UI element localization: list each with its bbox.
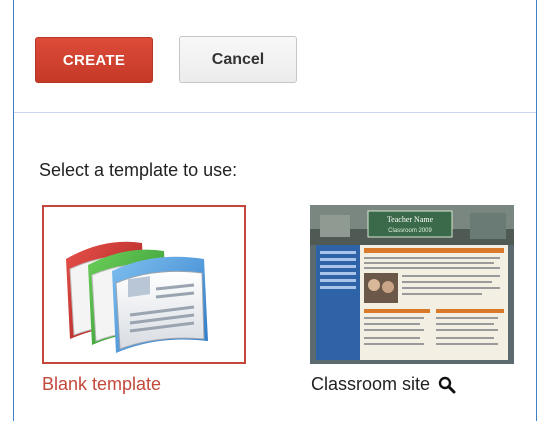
stacked-pages-icon (66, 241, 208, 353)
preview-title: Teacher Name (387, 215, 434, 224)
classroom-preview-thumbnail: Teacher Name Classroom 2009 (310, 205, 514, 364)
template-label-blank[interactable]: Blank template (42, 374, 161, 395)
preview-subtitle: Classroom 2009 (388, 228, 432, 234)
cancel-button[interactable]: Cancel (179, 36, 297, 83)
template-tile-blank[interactable] (42, 205, 246, 364)
create-button[interactable]: CREATE (35, 37, 153, 83)
magnifier-icon[interactable] (438, 376, 456, 394)
dialog-toolbar: CREATE Cancel (14, 0, 536, 113)
template-label-classroom[interactable]: Classroom site (311, 374, 430, 395)
template-prompt: Select a template to use: (39, 160, 238, 180)
template-caption-classroom: Classroom site (311, 374, 456, 395)
template-tile-classroom[interactable]: Teacher Name Classroom 2009 (310, 205, 514, 364)
dialog-frame: CREATE Cancel Select a template to use: (13, 0, 537, 421)
